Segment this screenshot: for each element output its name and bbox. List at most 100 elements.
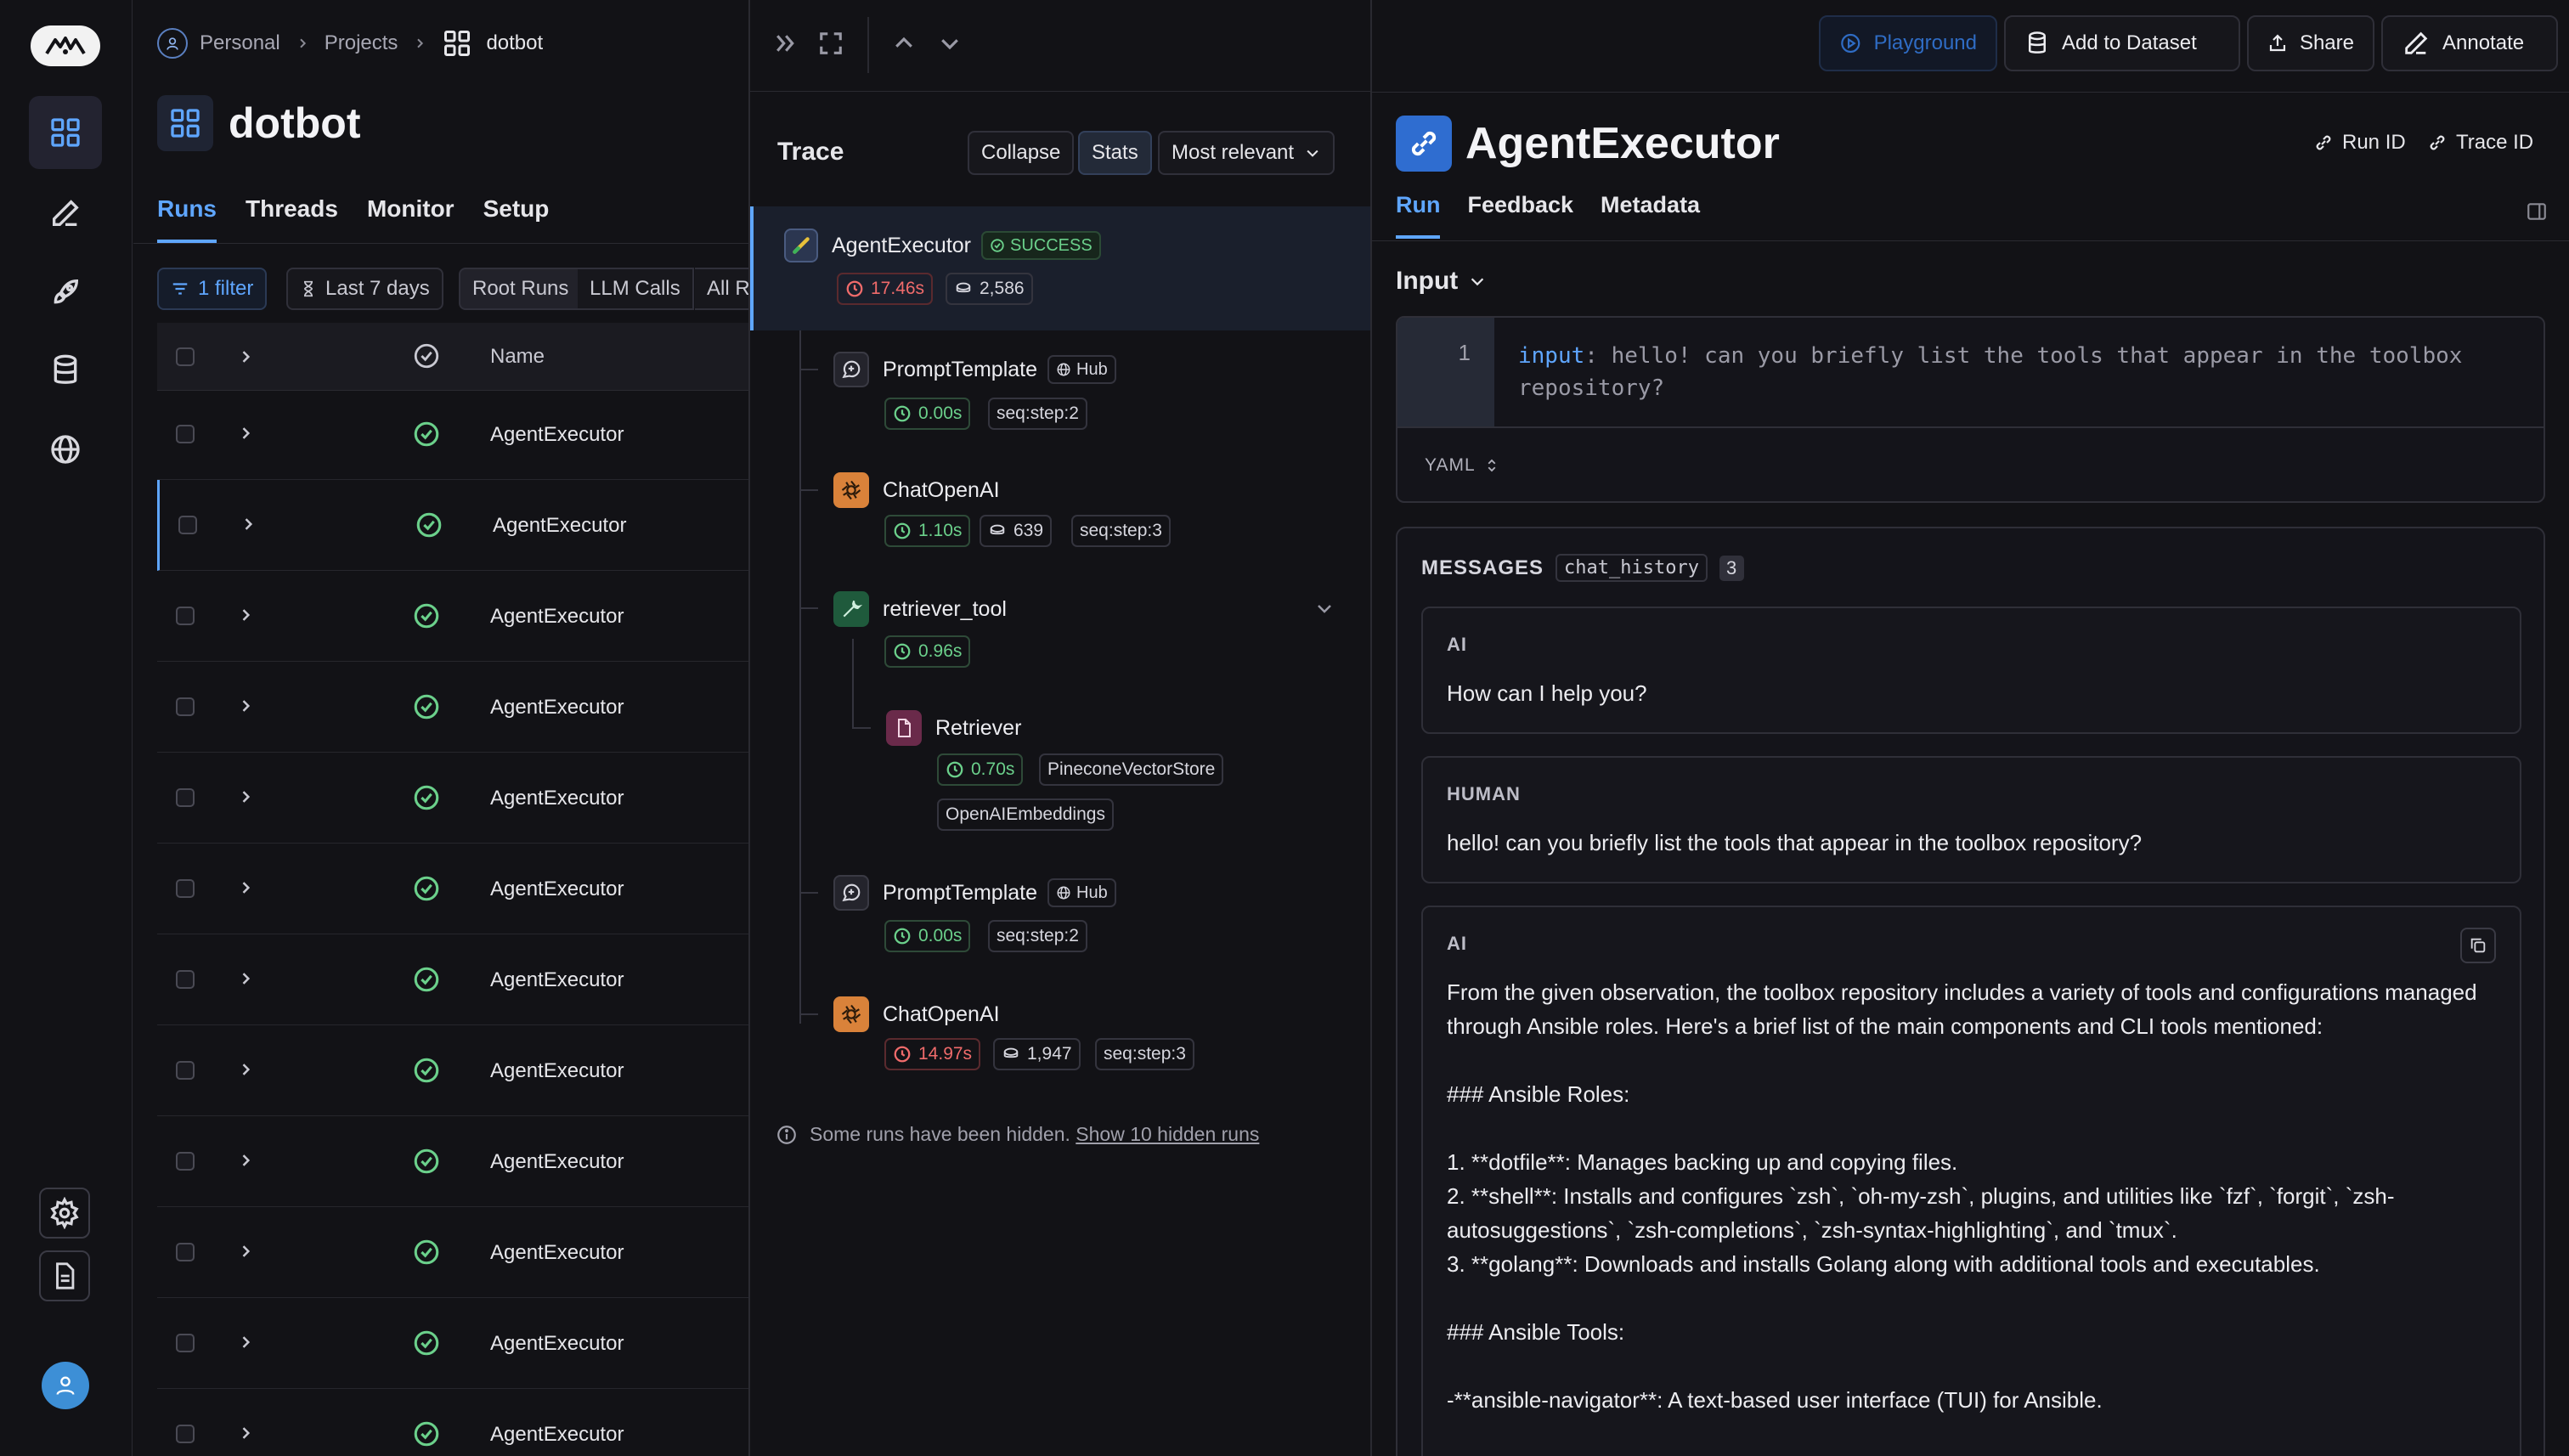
user-avatar[interactable]: [42, 1362, 89, 1409]
table-row[interactable]: AgentExecutor: [157, 389, 748, 480]
sort-dropdown[interactable]: Most relevant: [1158, 131, 1335, 175]
pen-icon[interactable]: [29, 177, 102, 250]
table-row[interactable]: AgentExecutor: [157, 1116, 748, 1207]
copy-icon[interactable]: [2460, 928, 2496, 963]
tab-feedback[interactable]: Feedback: [1467, 192, 1573, 239]
row-checkbox[interactable]: [176, 697, 195, 716]
code-content[interactable]: input: hello! can you briefly list the t…: [1518, 340, 2529, 404]
row-checkbox[interactable]: [176, 970, 195, 989]
chevron-down-icon[interactable]: [937, 31, 963, 56]
chevron-right-icon[interactable]: [237, 1241, 254, 1261]
table-row[interactable]: AgentExecutor: [157, 753, 748, 844]
run-name[interactable]: AgentExecutor: [490, 968, 624, 992]
run-name[interactable]: AgentExecutor: [490, 878, 624, 901]
trace-node-selected[interactable]: AgentExecutor SUCCESS 17.46s 2,586: [750, 206, 1370, 330]
trace-node-root[interactable]: AgentExecutor SUCCESS: [784, 229, 1101, 262]
table-row[interactable]: AgentExecutor: [157, 934, 748, 1025]
row-checkbox[interactable]: [176, 1334, 195, 1352]
database-icon[interactable]: [29, 334, 102, 407]
trace-id-link[interactable]: Trace ID: [2427, 131, 2533, 155]
chevron-right-icon[interactable]: [237, 423, 254, 443]
filter-button[interactable]: 1 filter: [157, 268, 268, 310]
table-row[interactable]: AgentExecutor: [157, 1298, 748, 1389]
tab-run[interactable]: Run: [1396, 192, 1441, 239]
run-name[interactable]: AgentExecutor: [490, 1150, 624, 1174]
expand-chevrons-icon[interactable]: [772, 31, 798, 56]
langsmith-logo[interactable]: [31, 25, 100, 66]
input-section-toggle[interactable]: Input: [1396, 267, 1487, 296]
trace-node-chatopenai[interactable]: ChatOpenAI: [833, 472, 1000, 508]
chevron-right-icon[interactable]: [237, 878, 254, 898]
chevron-right-icon[interactable]: [237, 347, 254, 367]
run-name[interactable]: AgentExecutor: [493, 514, 626, 538]
show-hidden-runs-link[interactable]: Show 10 hidden runs: [1076, 1123, 1259, 1145]
run-name[interactable]: AgentExecutor: [490, 787, 624, 810]
trace-node-chatopenai[interactable]: ChatOpenAI: [833, 996, 1000, 1032]
row-checkbox[interactable]: [176, 879, 195, 898]
breadcrumb-projects[interactable]: Projects: [325, 31, 398, 55]
share-button[interactable]: Share: [2247, 15, 2374, 71]
date-range-button[interactable]: Last 7 days: [286, 268, 443, 310]
chevron-down-icon[interactable]: [1314, 598, 1335, 618]
row-checkbox[interactable]: [176, 1061, 195, 1080]
docs-icon[interactable]: [39, 1250, 90, 1301]
annotate-button[interactable]: Annotate: [2381, 15, 2558, 71]
tab-runs[interactable]: Runs: [157, 195, 217, 243]
playground-button[interactable]: Playground: [1819, 15, 1997, 71]
run-name[interactable]: AgentExecutor: [490, 605, 624, 629]
trace-node-prompttemplate[interactable]: PromptTemplate Hub: [833, 352, 1116, 387]
table-row[interactable]: AgentExecutor: [157, 662, 748, 753]
fullscreen-icon[interactable]: [818, 31, 844, 56]
segment-root-runs[interactable]: Root Runs: [459, 268, 583, 310]
chevron-right-icon[interactable]: [237, 1423, 254, 1443]
chevron-right-icon[interactable]: [237, 605, 254, 625]
projects-grid-icon[interactable]: [29, 96, 102, 169]
globe-icon[interactable]: [29, 413, 102, 486]
input-code-editor[interactable]: 1 input: hello! can you briefly list the…: [1396, 316, 2545, 503]
tab-setup[interactable]: Setup: [483, 195, 550, 243]
sidebar-toggle-icon[interactable]: [2526, 200, 2548, 223]
run-id-link[interactable]: Run ID: [2313, 131, 2406, 155]
run-name[interactable]: AgentExecutor: [490, 1241, 624, 1265]
chevron-right-icon[interactable]: [237, 968, 254, 989]
chevron-right-icon[interactable]: [237, 1332, 254, 1352]
tab-monitor[interactable]: Monitor: [367, 195, 455, 243]
stats-toggle[interactable]: Stats: [1078, 131, 1152, 175]
name-column-header[interactable]: Name: [490, 345, 545, 369]
collapse-button[interactable]: Collapse: [968, 131, 1075, 175]
trace-node-retriever-tool[interactable]: retriever_tool: [833, 591, 1007, 627]
table-row[interactable]: AgentExecutor: [157, 1025, 748, 1116]
row-checkbox[interactable]: [176, 1152, 195, 1171]
run-name[interactable]: AgentExecutor: [490, 1423, 624, 1447]
run-name[interactable]: AgentExecutor: [490, 1059, 624, 1083]
chevron-up-icon[interactable]: [891, 31, 917, 56]
tab-threads[interactable]: Threads: [246, 195, 338, 243]
format-selector[interactable]: YAML: [1425, 455, 1499, 476]
add-to-dataset-button[interactable]: Add to Dataset: [2004, 15, 2240, 71]
trace-node-prompttemplate[interactable]: PromptTemplate Hub: [833, 875, 1116, 911]
rocket-icon[interactable]: [29, 256, 102, 329]
row-checkbox[interactable]: [176, 607, 195, 625]
row-checkbox[interactable]: [176, 1425, 195, 1443]
row-checkbox[interactable]: [178, 516, 197, 534]
segment-llm-calls[interactable]: LLM Calls: [578, 268, 694, 310]
table-row[interactable]: AgentExecutor: [157, 1389, 748, 1456]
trace-node-retriever[interactable]: Retriever: [886, 710, 1021, 746]
run-name[interactable]: AgentExecutor: [490, 423, 624, 447]
chevron-right-icon[interactable]: [237, 1059, 254, 1080]
table-row[interactable]: AgentExecutor: [157, 571, 748, 662]
chevron-right-icon[interactable]: [237, 1150, 254, 1171]
tab-metadata[interactable]: Metadata: [1601, 192, 1700, 239]
chevron-right-icon[interactable]: [240, 514, 257, 534]
breadcrumb-dotbot[interactable]: dotbot: [486, 31, 543, 55]
table-row[interactable]: AgentExecutor: [157, 480, 748, 571]
row-checkbox[interactable]: [176, 425, 195, 443]
segment-all-runs[interactable]: All R: [695, 268, 748, 310]
row-checkbox[interactable]: [176, 788, 195, 807]
run-name[interactable]: AgentExecutor: [490, 1332, 624, 1356]
chevron-right-icon[interactable]: [237, 696, 254, 716]
run-name[interactable]: AgentExecutor: [490, 696, 624, 720]
settings-gear-icon[interactable]: [39, 1188, 90, 1239]
select-all-checkbox[interactable]: [176, 347, 195, 366]
chevron-right-icon[interactable]: [237, 787, 254, 807]
